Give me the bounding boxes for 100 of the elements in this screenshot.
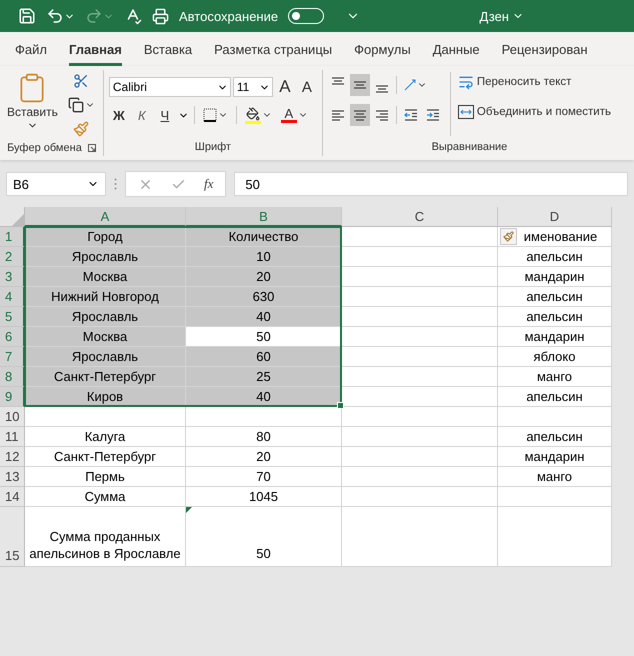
row-header[interactable]: 9 [0, 387, 25, 407]
cell-text: 60 [256, 348, 271, 366]
insert-function-button[interactable]: fx [204, 176, 214, 192]
cell-text: 80 [256, 428, 271, 446]
cell-text: Пермь [85, 468, 125, 486]
align-right-icon [374, 110, 389, 120]
autosave-label: Автосохранение [179, 8, 278, 24]
row-header[interactable]: 10 [0, 407, 25, 427]
cell-text: Киров [86, 388, 124, 406]
cell-text: 40 [256, 308, 271, 326]
cell-text: 630 [252, 288, 274, 306]
shrink-font-button[interactable]: A [296, 76, 317, 98]
font-size-field[interactable]: 11 [232, 77, 273, 97]
row-header[interactable]: 8 [0, 367, 25, 387]
cell-text: 40 [256, 388, 271, 406]
diagonal-arrow-icon [404, 79, 416, 91]
cell-text: 70 [256, 468, 271, 486]
formula-field[interactable]: 50 [234, 172, 628, 196]
fill-handle[interactable] [337, 402, 344, 409]
cell-text: мандарин [524, 448, 584, 466]
cell-text: Москва [82, 328, 128, 346]
cell-text: яблоко [534, 348, 576, 366]
ribbon-tab[interactable]: Файл [15, 32, 47, 66]
borders-icon [202, 108, 217, 122]
row-header[interactable]: 13 [0, 467, 25, 487]
wrap-text-button[interactable]: Переносить текст [458, 70, 611, 94]
cell-text: 1045 [249, 488, 278, 506]
cell-text: Санкт-Петербург [54, 448, 156, 466]
save-icon[interactable] [18, 7, 36, 25]
cell-text: апельсин [526, 428, 583, 446]
row-header[interactable]: 1 [0, 227, 25, 247]
cell-text: мандарин [524, 328, 584, 346]
row-header[interactable]: 11 [0, 427, 25, 447]
cell-text: апельсин [526, 288, 583, 306]
horizontal-align-button[interactable] [350, 104, 370, 126]
wrap-text-icon [458, 74, 474, 90]
autosave-toggle[interactable] [288, 8, 324, 24]
cell-text: 20 [256, 448, 271, 466]
row-header[interactable]: 2 [0, 247, 25, 267]
cell-text: Москва [82, 268, 128, 286]
bold-button[interactable]: Ж [108, 104, 129, 126]
cell-text: Ярославль [72, 248, 138, 266]
cell-text: 25 [256, 368, 271, 386]
ribbon-tab[interactable]: Формулы [354, 32, 411, 66]
row-header[interactable]: 7 [0, 347, 25, 367]
drag-handle-icon [114, 178, 117, 190]
row-header[interactable]: 12 [0, 447, 25, 467]
group-label: Выравнивание [432, 141, 508, 153]
cell-text: Нижний Новгород [51, 288, 159, 306]
paste-options-icon[interactable] [500, 228, 517, 245]
account-menu[interactable]: Дзен [480, 8, 524, 24]
paste-button[interactable]: Вставить [5, 70, 60, 140]
align-left-icon [330, 110, 345, 120]
cell-text: апельсин [526, 388, 583, 406]
ribbon-tab[interactable]: Вставка [144, 32, 192, 66]
align-middle-icon [352, 81, 367, 89]
italic-button[interactable]: К [132, 104, 152, 126]
cell-text: Город [87, 228, 123, 246]
cell-text: 50 [256, 545, 271, 563]
row-header[interactable]: 4 [0, 287, 25, 307]
align-top-icon [330, 77, 345, 85]
column-header[interactable]: C [342, 207, 498, 227]
cell-text: 20 [256, 268, 271, 286]
triangle-icon [12, 214, 24, 226]
cell-text: Количество [228, 228, 298, 246]
align-center-icon [352, 110, 367, 120]
align-bottom-icon [374, 85, 389, 93]
column-header[interactable]: B [186, 207, 342, 227]
row-header[interactable]: 15 [0, 507, 25, 567]
ribbon-tab[interactable]: Данные [432, 32, 480, 66]
cell-text: Ярославль [72, 348, 138, 366]
undo-icon[interactable] [46, 7, 75, 25]
font-name-field[interactable]: Calibri [108, 77, 231, 97]
cell-text: Сумма проданных апельсинов в Ярославле [28, 528, 182, 563]
grow-font-button[interactable]: A [274, 76, 295, 98]
row-header[interactable]: 5 [0, 307, 25, 327]
row-header[interactable]: 3 [0, 267, 25, 287]
row-header[interactable]: 6 [0, 327, 25, 347]
merge-cells-icon [458, 105, 474, 119]
print-icon[interactable] [152, 8, 169, 24]
merge-center-button[interactable]: Объединить и поместить [458, 100, 611, 124]
cell-text: Калуга [84, 428, 126, 446]
underline-button[interactable]: Ч [154, 104, 175, 126]
group-label: Шрифт [194, 141, 231, 153]
cell-text: Ярославль [72, 308, 138, 326]
name-box[interactable]: B6 [6, 172, 106, 196]
row-header[interactable]: 14 [0, 487, 25, 507]
cell-text: Сумма [84, 488, 126, 506]
cell-text: 10 [256, 248, 271, 266]
ribbon-tab[interactable]: Рецензирован [502, 32, 588, 66]
font-color-button[interactable]: A [278, 104, 311, 126]
cell-text: манго [536, 468, 572, 486]
vertical-align-button[interactable] [350, 74, 370, 96]
dialog-launcher-icon[interactable] [88, 144, 96, 152]
ribbon-tab[interactable]: Разметка страницы [214, 32, 332, 66]
decrease-indent-icon [404, 109, 418, 121]
column-header[interactable]: A [25, 207, 186, 227]
column-header[interactable]: D [498, 207, 612, 227]
cell-text: именование [522, 228, 598, 246]
cell-text: манго [536, 368, 572, 386]
